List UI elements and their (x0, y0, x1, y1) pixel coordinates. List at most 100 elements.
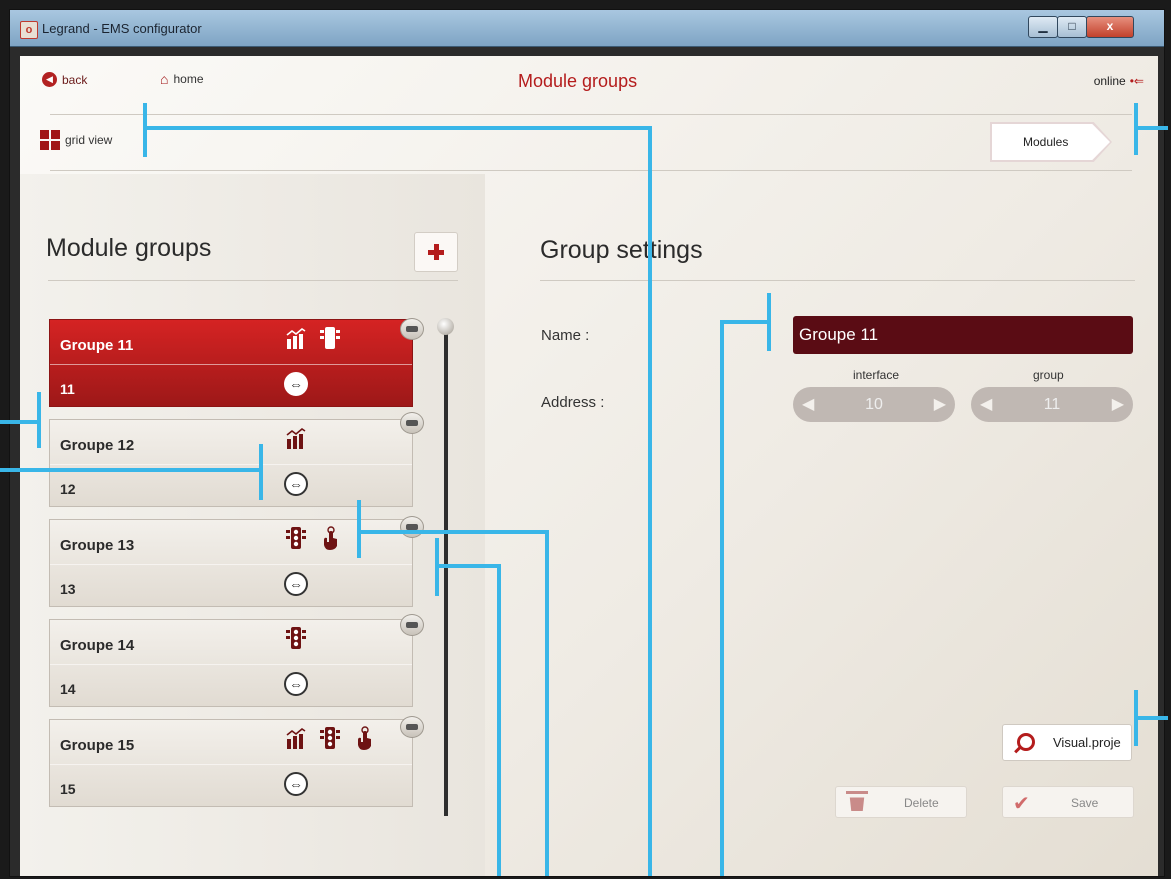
visual-project-button[interactable]: Visual.proje (1002, 724, 1132, 761)
divider (50, 564, 412, 565)
home-icon: ⌂ (160, 71, 169, 87)
group-handle-icon[interactable] (400, 614, 424, 636)
group-card[interactable]: Groupe 11 11 ⇔ (49, 319, 413, 407)
group-address: 15 (60, 781, 76, 797)
back-button[interactable]: ◀ back (42, 72, 87, 87)
usb-icon: •⇐ (1129, 74, 1144, 88)
back-arrow-icon: ◀ (42, 72, 57, 87)
traffic-light-icon (284, 526, 308, 550)
scrollbar-thumb[interactable] (437, 318, 454, 335)
group-handle-icon[interactable] (400, 716, 424, 738)
main-content: ◀ back ⌂ home Module groups online •⇐ gr… (20, 56, 1158, 876)
app-window: o Legrand - EMS configurator ▁ □ x ◀ bac… (9, 9, 1165, 877)
delete-button[interactable]: Delete (835, 786, 967, 818)
group-card[interactable]: Groupe 14 14 ⇔ (49, 619, 413, 707)
group-handle-icon[interactable] (400, 516, 424, 538)
minimize-button[interactable]: ▁ (1028, 16, 1058, 38)
traffic-light-icon (318, 726, 342, 750)
group-settings-title: Group settings (540, 236, 703, 264)
divider (48, 280, 458, 281)
annotation-line (37, 392, 41, 448)
usb-icon: ⇔ (284, 372, 308, 396)
group-name: Groupe 12 (60, 437, 135, 454)
increment-arrow-icon[interactable]: ▶ (1112, 387, 1124, 422)
group-name: Groupe 11 (60, 337, 134, 354)
usb-icon: ⇔ (284, 772, 308, 796)
group-stepper[interactable]: ◀ 11 ▶ (971, 387, 1133, 422)
traffic-light-icon (284, 626, 308, 650)
grid-icon (40, 130, 60, 150)
group-address: 12 (60, 481, 76, 497)
home-button[interactable]: ⌂ home (160, 72, 204, 86)
modules-button[interactable]: Modules (992, 124, 1110, 160)
divider (50, 664, 412, 665)
divider (50, 464, 412, 465)
group-function-icons (284, 326, 342, 350)
hand-pointer-icon (318, 526, 342, 550)
scrollbar-track[interactable] (444, 326, 448, 816)
annotation-line (720, 320, 771, 324)
group-value: 11 (1043, 396, 1061, 413)
home-label: home (173, 72, 204, 86)
group-function-icons (284, 626, 308, 650)
group-address: 14 (60, 681, 76, 697)
divider (540, 280, 1135, 281)
group-label: group (1033, 368, 1064, 382)
app-logo-icon: o (20, 21, 38, 39)
group-name: Groupe 13 (60, 537, 135, 554)
annotation-line (648, 126, 652, 876)
group-handle-icon[interactable] (400, 412, 424, 434)
interface-label: interface (853, 368, 900, 382)
search-icon (1017, 733, 1035, 751)
divider (50, 764, 412, 765)
connection-status: online •⇐ (1094, 74, 1144, 88)
trash-lid (846, 791, 868, 794)
annotation-line (143, 126, 652, 130)
usb-icon: ⇔ (284, 472, 308, 496)
add-group-button[interactable] (414, 232, 458, 272)
annotation-line (259, 444, 263, 500)
module-groups-title: Module groups (46, 234, 212, 262)
name-field[interactable]: Groupe 11 (793, 316, 1133, 354)
group-handle-icon[interactable] (400, 318, 424, 340)
chart-icon (284, 726, 308, 750)
delete-label: Delete (904, 796, 939, 810)
annotation-line (545, 530, 549, 876)
increment-arrow-icon[interactable]: ▶ (934, 387, 946, 422)
trash-icon (849, 797, 865, 811)
status-label: online (1093, 74, 1126, 88)
visual-project-label: Visual.proje (1053, 735, 1121, 750)
decrement-arrow-icon[interactable]: ◀ (802, 387, 814, 422)
annotation-line (435, 564, 501, 568)
traffic-light-icon (318, 326, 342, 350)
usb-icon: ⇔ (284, 672, 308, 696)
annotation-line (0, 468, 262, 472)
group-function-icons (284, 426, 308, 450)
annotation-line (1134, 103, 1138, 155)
chart-icon (284, 326, 308, 350)
close-button[interactable]: x (1086, 16, 1134, 38)
chart-icon (284, 426, 308, 450)
interface-value: 10 (865, 396, 883, 413)
save-button[interactable]: ✔ Save (1002, 786, 1134, 818)
group-card[interactable]: Groupe 12 12 ⇔ (49, 419, 413, 507)
maximize-button[interactable]: □ (1057, 16, 1087, 38)
interface-stepper[interactable]: ◀ 10 ▶ (793, 387, 955, 422)
annotation-line (0, 420, 40, 424)
decrement-arrow-icon[interactable]: ◀ (980, 387, 992, 422)
group-name: Groupe 14 (60, 637, 135, 654)
address-label: Address : (541, 394, 605, 411)
grid-view-button[interactable]: grid view (40, 130, 112, 150)
back-label: back (62, 72, 88, 87)
group-card[interactable]: Groupe 15 15 ⇔ (49, 719, 413, 807)
annotation-line (357, 500, 361, 558)
divider (50, 364, 412, 365)
title-bar[interactable]: o Legrand - EMS configurator ▁ □ x (10, 10, 1164, 47)
group-name: Groupe 15 (60, 737, 135, 754)
page-title: Module groups (518, 71, 638, 91)
hand-pointer-icon (352, 726, 376, 750)
annotation-line (1134, 716, 1168, 720)
top-navigation: ◀ back ⌂ home Module groups online •⇐ (20, 56, 1158, 110)
annotation-line (497, 564, 501, 876)
group-address: 11 (60, 381, 75, 397)
